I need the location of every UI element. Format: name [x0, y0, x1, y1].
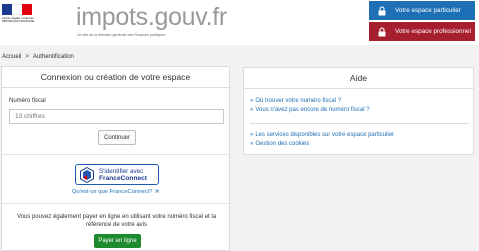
espace-particulier-label: Votre espace particulier [395, 7, 461, 14]
aide-divider [250, 123, 469, 124]
breadcrumb-home[interactable]: Accueil [2, 54, 21, 60]
continue-button[interactable]: Continuer [98, 130, 136, 145]
pay-online-text: Vous pouvez également payer en ligne en … [16, 214, 217, 228]
espace-particulier-button[interactable]: Votre espace particulier [369, 1, 475, 20]
login-panel-title: Connexion ou création de votre espace [2, 67, 229, 88]
external-link-icon [155, 189, 159, 193]
lock-icon [378, 26, 386, 36]
site-subtitle: Un site de la direction générale des Fin… [77, 33, 166, 37]
breadcrumb-current: Authentification [32, 54, 74, 60]
marianne-text: Liberté • Égalité • Fraternité RÉPUBLIQU… [2, 17, 35, 23]
aide-panel-title: Aide [244, 68, 473, 89]
aide-links-group-1: » Où trouver votre numéro fiscal ? » Vous … [250, 97, 370, 115]
marianne-logo[interactable]: Liberté • Égalité • Fraternité RÉPUBLIQU… [2, 4, 38, 38]
breadcrumb: Accueil > Authentification [2, 54, 74, 60]
aide-link-label: Les services disponibles sur votre espac… [255, 132, 395, 138]
aide-link[interactable]: » Gestion des cookies [250, 140, 394, 149]
chevron-right-icon: » [250, 141, 254, 147]
section-divider [2, 154, 229, 155]
franceconnect-line2: FranceConnect [99, 174, 147, 182]
franceconnect-logo-icon [80, 166, 94, 183]
espace-professionnel-button[interactable]: Votre espace professionnel [369, 22, 475, 41]
fiscal-number-input[interactable] [9, 109, 224, 124]
espace-professionnel-label: Votre espace professionnel [395, 28, 471, 35]
site-header: Liberté • Égalité • Fraternité RÉPUBLIQU… [0, 0, 479, 45]
aide-link[interactable]: » Où trouver votre numéro fiscal ? [250, 97, 370, 106]
aide-link[interactable]: » Vous n'avez pas encore de numéro fiscal… [250, 106, 370, 115]
french-flag-icon [2, 4, 32, 15]
aide-link-label: Gestion des cookies [255, 141, 310, 147]
aide-link-label: Où trouver votre numéro fiscal ? [255, 98, 342, 104]
aide-panel: Aide » Où trouver votre numéro fiscal ? »… [243, 67, 474, 155]
breadcrumb-separator: > [25, 54, 29, 60]
lock-icon [378, 5, 386, 15]
section-divider [2, 203, 229, 204]
chevron-right-icon: » [250, 107, 254, 113]
site-logo[interactable]: impots.gouv.fr [76, 4, 227, 30]
franceconnect-line1: S'identifier avec [99, 167, 144, 175]
aide-link-label: Vous n'avez pas encore de numéro fiscal … [255, 107, 370, 113]
franceconnect-button[interactable]: S'identifier avec FranceConnect [75, 164, 159, 185]
franceconnect-info-link[interactable]: Qu'est-ce que FranceConnect? [2, 189, 229, 195]
chevron-right-icon: » [250, 98, 254, 104]
aide-links-group-2: » Les services disponibles sur votre espa… [250, 131, 394, 149]
pay-online-button[interactable]: Payer en ligne [94, 234, 141, 248]
fiscal-number-label: Numéro fiscal [9, 98, 46, 104]
login-panel: Connexion ou création de votre espace Nu… [1, 66, 230, 251]
chevron-right-icon: » [250, 132, 254, 138]
aide-link[interactable]: » Les services disponibles sur votre espa… [250, 131, 394, 140]
franceconnect-info-label: Qu'est-ce que FranceConnect? [71, 189, 153, 196]
